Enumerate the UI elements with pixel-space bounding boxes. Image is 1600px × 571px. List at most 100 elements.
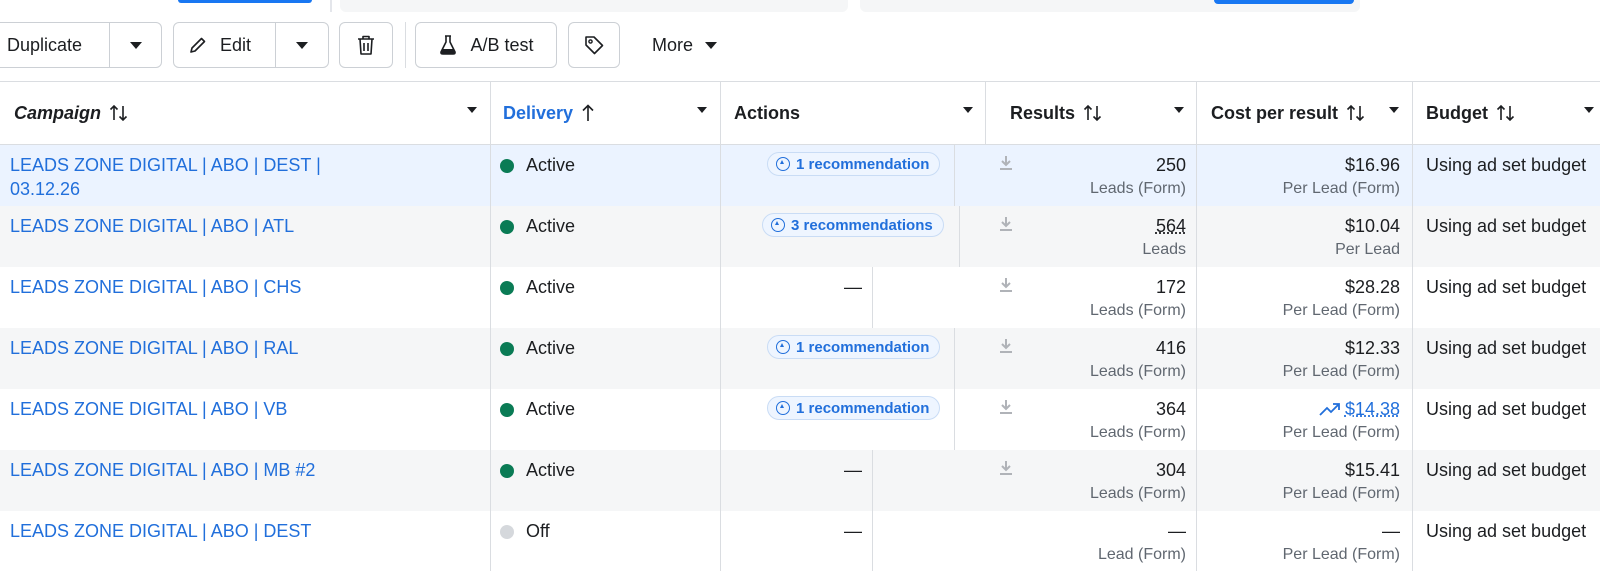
sort-both-icon <box>1346 104 1365 122</box>
column-menu-caret-icon[interactable] <box>697 107 707 113</box>
tag-button[interactable] <box>568 22 620 68</box>
status-label: Active <box>526 277 576 297</box>
status-label: Active <box>526 460 576 480</box>
column-header-results[interactable]: Results <box>1010 82 1103 144</box>
sort-ascending-icon <box>582 104 594 121</box>
cost-label: Per Lead (Form) <box>1282 180 1400 197</box>
edit-button[interactable]: Edit <box>188 23 251 67</box>
cost-label: Per Lead (Form) <box>1282 424 1400 441</box>
duplicate-label: Duplicate <box>7 34 83 55</box>
column-divider <box>1196 450 1197 511</box>
table-row[interactable]: LEADS ZONE DIGITAL | ABO | MB #2 Active … <box>0 450 1600 511</box>
trash-icon <box>358 35 374 55</box>
column-divider <box>720 82 721 145</box>
column-menu-caret-icon[interactable] <box>467 107 477 113</box>
edit-dropdown-button[interactable] <box>276 23 328 67</box>
column-divider <box>1412 145 1413 206</box>
column-header-actions[interactable]: Actions <box>734 82 800 144</box>
column-divider <box>985 82 986 145</box>
column-divider <box>490 267 491 328</box>
budget-value: Using ad set budget <box>1426 460 1587 480</box>
results-label: Leads (Form) <box>1089 302 1186 319</box>
column-menu-caret-icon[interactable] <box>1174 107 1184 113</box>
cost-value: $15.41 <box>1344 460 1400 480</box>
duplicate-split-button: Duplicate <box>0 22 162 68</box>
campaign-name-link[interactable]: LEADS ZONE DIGITAL | ABO | RAL <box>10 336 330 360</box>
cost-value: $28.28 <box>1344 277 1400 297</box>
sort-both-icon <box>109 104 128 122</box>
recommendation-badge[interactable]: 1 recommendation <box>767 396 941 420</box>
campaign-name-link[interactable]: LEADS ZONE DIGITAL | ABO | MB #2 <box>10 458 330 482</box>
column-divider <box>490 206 491 267</box>
delivery-status: Active <box>500 277 575 298</box>
delivery-status: Active <box>500 155 575 176</box>
column-menu-caret-icon[interactable] <box>1584 107 1594 113</box>
ab-test-button[interactable]: A/B test <box>415 22 557 68</box>
cell-divider <box>954 389 955 450</box>
recommendation-badge[interactable]: 3 recommendations <box>762 213 944 237</box>
column-divider <box>1412 450 1413 511</box>
cost-value: — <box>1382 521 1400 541</box>
toolbar: Duplicate Edit A/B test More <box>0 22 1600 70</box>
arrow-up-circle-icon <box>771 218 785 232</box>
top-divider <box>330 0 332 12</box>
recommendation-badge[interactable]: 1 recommendation <box>767 152 941 176</box>
cost-value: $12.33 <box>1344 338 1400 358</box>
campaign-name-link[interactable]: LEADS ZONE DIGITAL | ABO | CHS <box>10 275 330 299</box>
delivery-status: Active <box>500 460 575 481</box>
sort-both-icon <box>1496 104 1515 122</box>
cost-value[interactable]: $14.38 <box>1210 399 1400 420</box>
cell-divider <box>872 511 873 571</box>
cost-value: $10.04 <box>1344 216 1400 236</box>
more-label: More <box>652 34 694 55</box>
campaign-name-link[interactable]: LEADS ZONE DIGITAL | ABO | DEST | 03.12.… <box>10 153 330 201</box>
results-label: Leads (Form) <box>1089 180 1186 197</box>
duplicate-dropdown-button[interactable] <box>110 23 162 67</box>
column-divider <box>490 389 491 450</box>
cost-label: Per Lead (Form) <box>1282 546 1400 563</box>
column-divider <box>720 328 721 389</box>
duplicate-button[interactable]: Duplicate <box>7 23 82 67</box>
column-divider <box>1196 511 1197 571</box>
arrow-up-circle-icon <box>776 401 790 415</box>
column-header-campaign[interactable]: Campaign <box>14 82 484 144</box>
pencil-icon <box>190 37 206 53</box>
cell-divider <box>959 206 960 267</box>
flask-icon <box>440 35 457 55</box>
column-header-budget[interactable]: Budget <box>1426 82 1516 144</box>
table-row[interactable]: LEADS ZONE DIGITAL | ABO | VB Active 1 r… <box>0 389 1600 450</box>
top-panel <box>340 0 848 12</box>
column-divider <box>1412 389 1413 450</box>
results-value: 304 <box>1155 460 1186 480</box>
status-label: Off <box>526 521 550 541</box>
results-label: Leads <box>1142 241 1186 258</box>
table-row[interactable]: LEADS ZONE DIGITAL | ABO | ATL Active 3 … <box>0 206 1600 267</box>
status-label: Active <box>526 399 576 419</box>
more-button[interactable]: More <box>652 22 718 68</box>
table-row[interactable]: LEADS ZONE DIGITAL | ABO | DEST | 03.12.… <box>0 145 1600 206</box>
results-label: Leads (Form) <box>1089 424 1186 441</box>
column-header-cost-per-result[interactable]: Cost per result <box>1211 82 1366 144</box>
table-row[interactable]: LEADS ZONE DIGITAL | ABO | CHS Active — … <box>0 267 1600 328</box>
column-divider <box>1196 328 1197 389</box>
actions-empty: — <box>844 277 862 297</box>
table-row[interactable]: LEADS ZONE DIGITAL | ABO | DEST Off — — … <box>0 511 1600 571</box>
column-divider <box>490 450 491 511</box>
table-row[interactable]: LEADS ZONE DIGITAL | ABO | RAL Active 1 … <box>0 328 1600 389</box>
recommendation-badge[interactable]: 1 recommendation <box>767 335 941 359</box>
status-active-dot <box>500 158 514 173</box>
top-tab-indicator <box>1214 0 1354 4</box>
column-menu-caret-icon[interactable] <box>1389 107 1399 113</box>
results-value: 172 <box>1155 277 1186 297</box>
column-divider <box>1412 328 1413 389</box>
results-value: — <box>1168 521 1186 541</box>
delete-button[interactable] <box>339 22 393 68</box>
column-divider <box>720 145 721 206</box>
column-header-delivery[interactable]: Delivery <box>503 82 595 144</box>
campaign-name-link[interactable]: LEADS ZONE DIGITAL | ABO | ATL <box>10 214 330 238</box>
campaign-name-link[interactable]: LEADS ZONE DIGITAL | ABO | VB <box>10 397 330 421</box>
column-divider <box>1196 389 1197 450</box>
campaign-name-link[interactable]: LEADS ZONE DIGITAL | ABO | DEST <box>10 519 330 543</box>
column-divider <box>720 450 721 511</box>
column-menu-caret-icon[interactable] <box>963 107 973 113</box>
